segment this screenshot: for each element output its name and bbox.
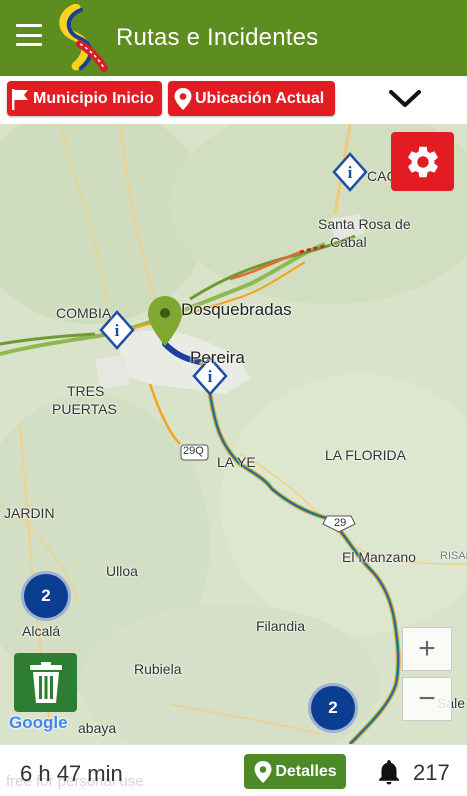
road-shield-label: 29 (334, 517, 347, 529)
map-label: Pereira (190, 348, 245, 367)
incident-cluster-marker[interactable]: 2 (308, 683, 358, 733)
map-label: Cabal (330, 234, 367, 250)
map-label: abaya (78, 720, 117, 736)
svg-text:i: i (348, 163, 353, 182)
location-pin-icon (174, 87, 192, 110)
municipio-inicio-button[interactable]: Municipio Inicio (7, 81, 162, 116)
chevron-down-icon[interactable] (388, 88, 422, 110)
map-label: LA YE (217, 454, 256, 470)
bell-icon[interactable] (373, 757, 405, 787)
map-label: Dosquebradas (181, 300, 292, 319)
alert-count: 217 (413, 760, 450, 785)
zoom-out-button[interactable]: − (402, 677, 452, 721)
map-label: El Manzano (342, 549, 416, 565)
map-label: Alcalá (22, 623, 61, 639)
map-label: Rubiela (134, 661, 182, 677)
bottom-bar: free for personal use 6 h 47 min Detalle… (0, 744, 467, 796)
incident-cluster-marker[interactable]: 2 (21, 571, 71, 621)
google-attribution: Google (9, 713, 68, 732)
hamburger-menu-icon[interactable] (16, 24, 42, 46)
map-view[interactable]: i i i CACA Santa Rosa de Cabal COMBIA Do… (0, 124, 467, 744)
gear-icon (407, 146, 438, 177)
flag-icon (12, 88, 28, 110)
clear-route-button[interactable] (14, 653, 77, 712)
map-label: JARDIN (4, 505, 55, 521)
map-label: TRES (67, 383, 105, 399)
trash-icon (29, 661, 62, 703)
route-logo-icon (59, 4, 108, 72)
map-label: Filandia (256, 618, 306, 634)
map-label: RISAR (440, 550, 467, 562)
map-label: PUERTAS (52, 401, 117, 417)
detalles-label: Detalles (275, 762, 337, 780)
svg-text:i: i (208, 367, 213, 386)
svg-text:i: i (115, 321, 120, 340)
municipio-inicio-label: Municipio Inicio (33, 89, 154, 107)
map-label: Ulloa (106, 563, 138, 579)
settings-button[interactable] (391, 132, 454, 191)
route-toolbar: Municipio Inicio Ubicación Actual (0, 76, 467, 125)
ubicacion-actual-button[interactable]: Ubicación Actual (168, 81, 335, 116)
road-shield-label: 29Q (183, 445, 204, 457)
zoom-in-button[interactable]: + (402, 627, 452, 671)
ubicacion-actual-label: Ubicación Actual (195, 89, 325, 107)
app-title: Rutas e Incidentes (116, 24, 319, 51)
app-bar: Rutas e Incidentes (0, 0, 467, 76)
map-label: Santa Rosa de (318, 216, 411, 232)
map-label: LA FLORIDA (325, 447, 406, 463)
route-duration: 6 h 47 min (20, 761, 123, 786)
map-label: COMBIA (56, 305, 112, 321)
detalles-button[interactable]: Detalles (244, 754, 346, 789)
location-pin-icon (254, 760, 272, 783)
